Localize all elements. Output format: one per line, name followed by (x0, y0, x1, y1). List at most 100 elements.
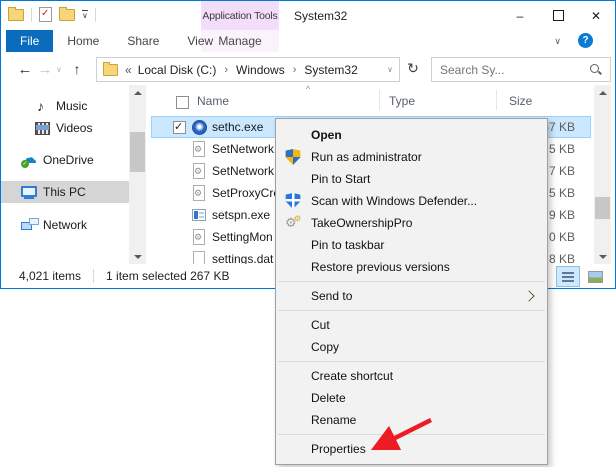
context-menu-item-label: TakeOwnershipPro (311, 216, 412, 230)
scroll-up-icon[interactable] (594, 85, 611, 100)
properties-doc-icon[interactable] (39, 7, 52, 22)
qat-customize-dropdown-icon[interactable]: ∨ (82, 10, 88, 19)
application-tools-contextual-tab[interactable]: Application Tools (201, 1, 279, 30)
ribbon-tab[interactable]: File (6, 30, 53, 52)
sidebar-item-label: Network (43, 218, 87, 232)
breadcrumb-separator-icon: › (224, 64, 228, 76)
music-note-icon (34, 98, 52, 114)
context-menu-item[interactable]: Create shortcut (276, 365, 547, 387)
close-button[interactable]: ✕ (577, 1, 615, 30)
items-count: 4,021 items (19, 269, 81, 283)
quick-access-toolbar: ∨ (8, 7, 96, 22)
context-menu-item-label: Restore previous versions (311, 260, 450, 274)
application-icon (191, 207, 207, 223)
file-list-scrollbar[interactable] (594, 85, 611, 264)
search-input[interactable] (432, 63, 589, 77)
column-header-name[interactable]: Name (197, 94, 229, 108)
help-button[interactable]: ? (578, 33, 593, 48)
up-button[interactable]: ↑ (67, 53, 87, 85)
script-file-icon (191, 185, 207, 201)
file-checkbox[interactable] (173, 121, 186, 134)
details-view-button[interactable] (556, 266, 580, 287)
back-button[interactable]: ← (14, 53, 36, 85)
accessibility-app-icon (191, 119, 207, 135)
context-menu-item[interactable]: TakeOwnershipPro (276, 212, 547, 234)
context-menu-item[interactable]: Pin to Start (276, 168, 547, 190)
refresh-icon[interactable]: ↻ (403, 57, 423, 80)
context-menu-item-label: Create shortcut (311, 369, 393, 383)
context-menu-item[interactable]: Delete (276, 387, 547, 409)
column-divider (379, 90, 380, 110)
sidebar-scrollbar[interactable] (129, 85, 146, 264)
sidebar-item-label: Videos (56, 121, 92, 135)
script-file-icon (191, 229, 207, 245)
annotation-arrow (355, 414, 437, 458)
select-all-checkbox[interactable] (176, 96, 189, 109)
context-menu-item-label: Scan with Windows Defender... (311, 194, 477, 208)
ribbon-tabs: File Home Share View (6, 30, 227, 52)
location-folder-icon (103, 64, 118, 76)
scrollbar-thumb[interactable] (595, 197, 610, 219)
recent-locations-chevron-icon[interactable]: ∨ (53, 53, 65, 85)
new-folder-icon[interactable] (59, 9, 75, 21)
context-menu-item[interactable]: Restore previous versions (276, 256, 547, 278)
context-menu-item[interactable]: Pin to taskbar (276, 234, 547, 256)
script-file-icon (191, 141, 207, 157)
folder-icon[interactable] (8, 9, 24, 21)
context-menu-item-label: Cut (311, 318, 330, 332)
context-menu-item-label: Open (311, 128, 342, 142)
large-icons-view-button[interactable] (583, 266, 607, 287)
sidebar-item-label: OneDrive (43, 153, 94, 167)
sidebar-item[interactable]: Music (1, 95, 129, 117)
maximize-icon (553, 10, 564, 21)
context-menu-item[interactable]: Send to (276, 285, 547, 307)
status-divider (93, 269, 94, 283)
titlebar: ∨ Application Tools System32 – ✕ (1, 1, 615, 30)
column-header-size[interactable]: Size (509, 94, 532, 108)
column-header-type[interactable]: Type (389, 94, 415, 108)
forward-button[interactable]: → (35, 53, 55, 85)
script-file-icon (191, 163, 207, 179)
selection-info: 1 item selected 267 KB (106, 269, 229, 283)
sidebar-item[interactable]: OneDrive (1, 149, 129, 171)
context-menu-item[interactable]: Run as administrator (276, 146, 547, 168)
details-view-icon (562, 272, 574, 282)
minimize-button[interactable]: – (501, 1, 539, 30)
scrollbar-thumb[interactable] (130, 132, 145, 172)
breadcrumb: Local Disk (C:) › Windows › System32 (138, 63, 358, 77)
breadcrumb-segment[interactable]: System32 (304, 63, 357, 77)
sidebar-item-label: This PC (43, 185, 86, 199)
maximize-button[interactable] (539, 1, 577, 30)
scroll-down-icon[interactable] (129, 249, 146, 264)
minimize-ribbon-chevron-icon[interactable]: ∨ (554, 30, 561, 52)
window-title: System32 (294, 1, 347, 30)
address-bar[interactable]: « Local Disk (C:) › Windows › System32 ∨ (96, 57, 400, 82)
context-menu-item[interactable]: Copy (276, 336, 547, 358)
context-menu-item-label: Pin to taskbar (311, 238, 384, 252)
search-box (431, 57, 611, 82)
scroll-up-icon[interactable] (129, 85, 146, 100)
breadcrumb-segment[interactable]: Local Disk (C:) (138, 63, 217, 77)
column-divider (496, 90, 497, 110)
sidebar-item[interactable]: This PC (1, 181, 129, 203)
context-menu-separator (278, 281, 545, 282)
sidebar-item[interactable]: Network (1, 214, 129, 236)
ribbon-tab-row: File Home Share View Manage ∨ ? (1, 30, 615, 54)
context-menu-item[interactable]: Open (276, 124, 547, 146)
context-menu: Open Run as administrator Pin to Start S… (275, 118, 548, 465)
scroll-down-icon[interactable] (594, 249, 611, 264)
address-dropdown-chevron-icon[interactable]: ∨ (387, 65, 393, 74)
submenu-chevron-icon (523, 290, 534, 301)
ribbon-tab-manage[interactable]: Manage (201, 30, 279, 52)
ribbon-tab[interactable]: Home (53, 30, 113, 52)
sidebar-item[interactable]: Videos (1, 117, 129, 139)
context-menu-item[interactable]: Scan with Windows Defender... (276, 190, 547, 212)
column-header-row: Name ^ Type Size (151, 85, 591, 116)
breadcrumb-segment[interactable]: Windows (236, 63, 285, 77)
film-icon (34, 120, 52, 136)
search-icon[interactable] (589, 63, 602, 76)
context-menu-separator (278, 310, 545, 311)
ribbon-tab[interactable]: Share (113, 30, 173, 52)
breadcrumb-overflow-icon[interactable]: « (125, 63, 132, 77)
context-menu-item[interactable]: Cut (276, 314, 547, 336)
